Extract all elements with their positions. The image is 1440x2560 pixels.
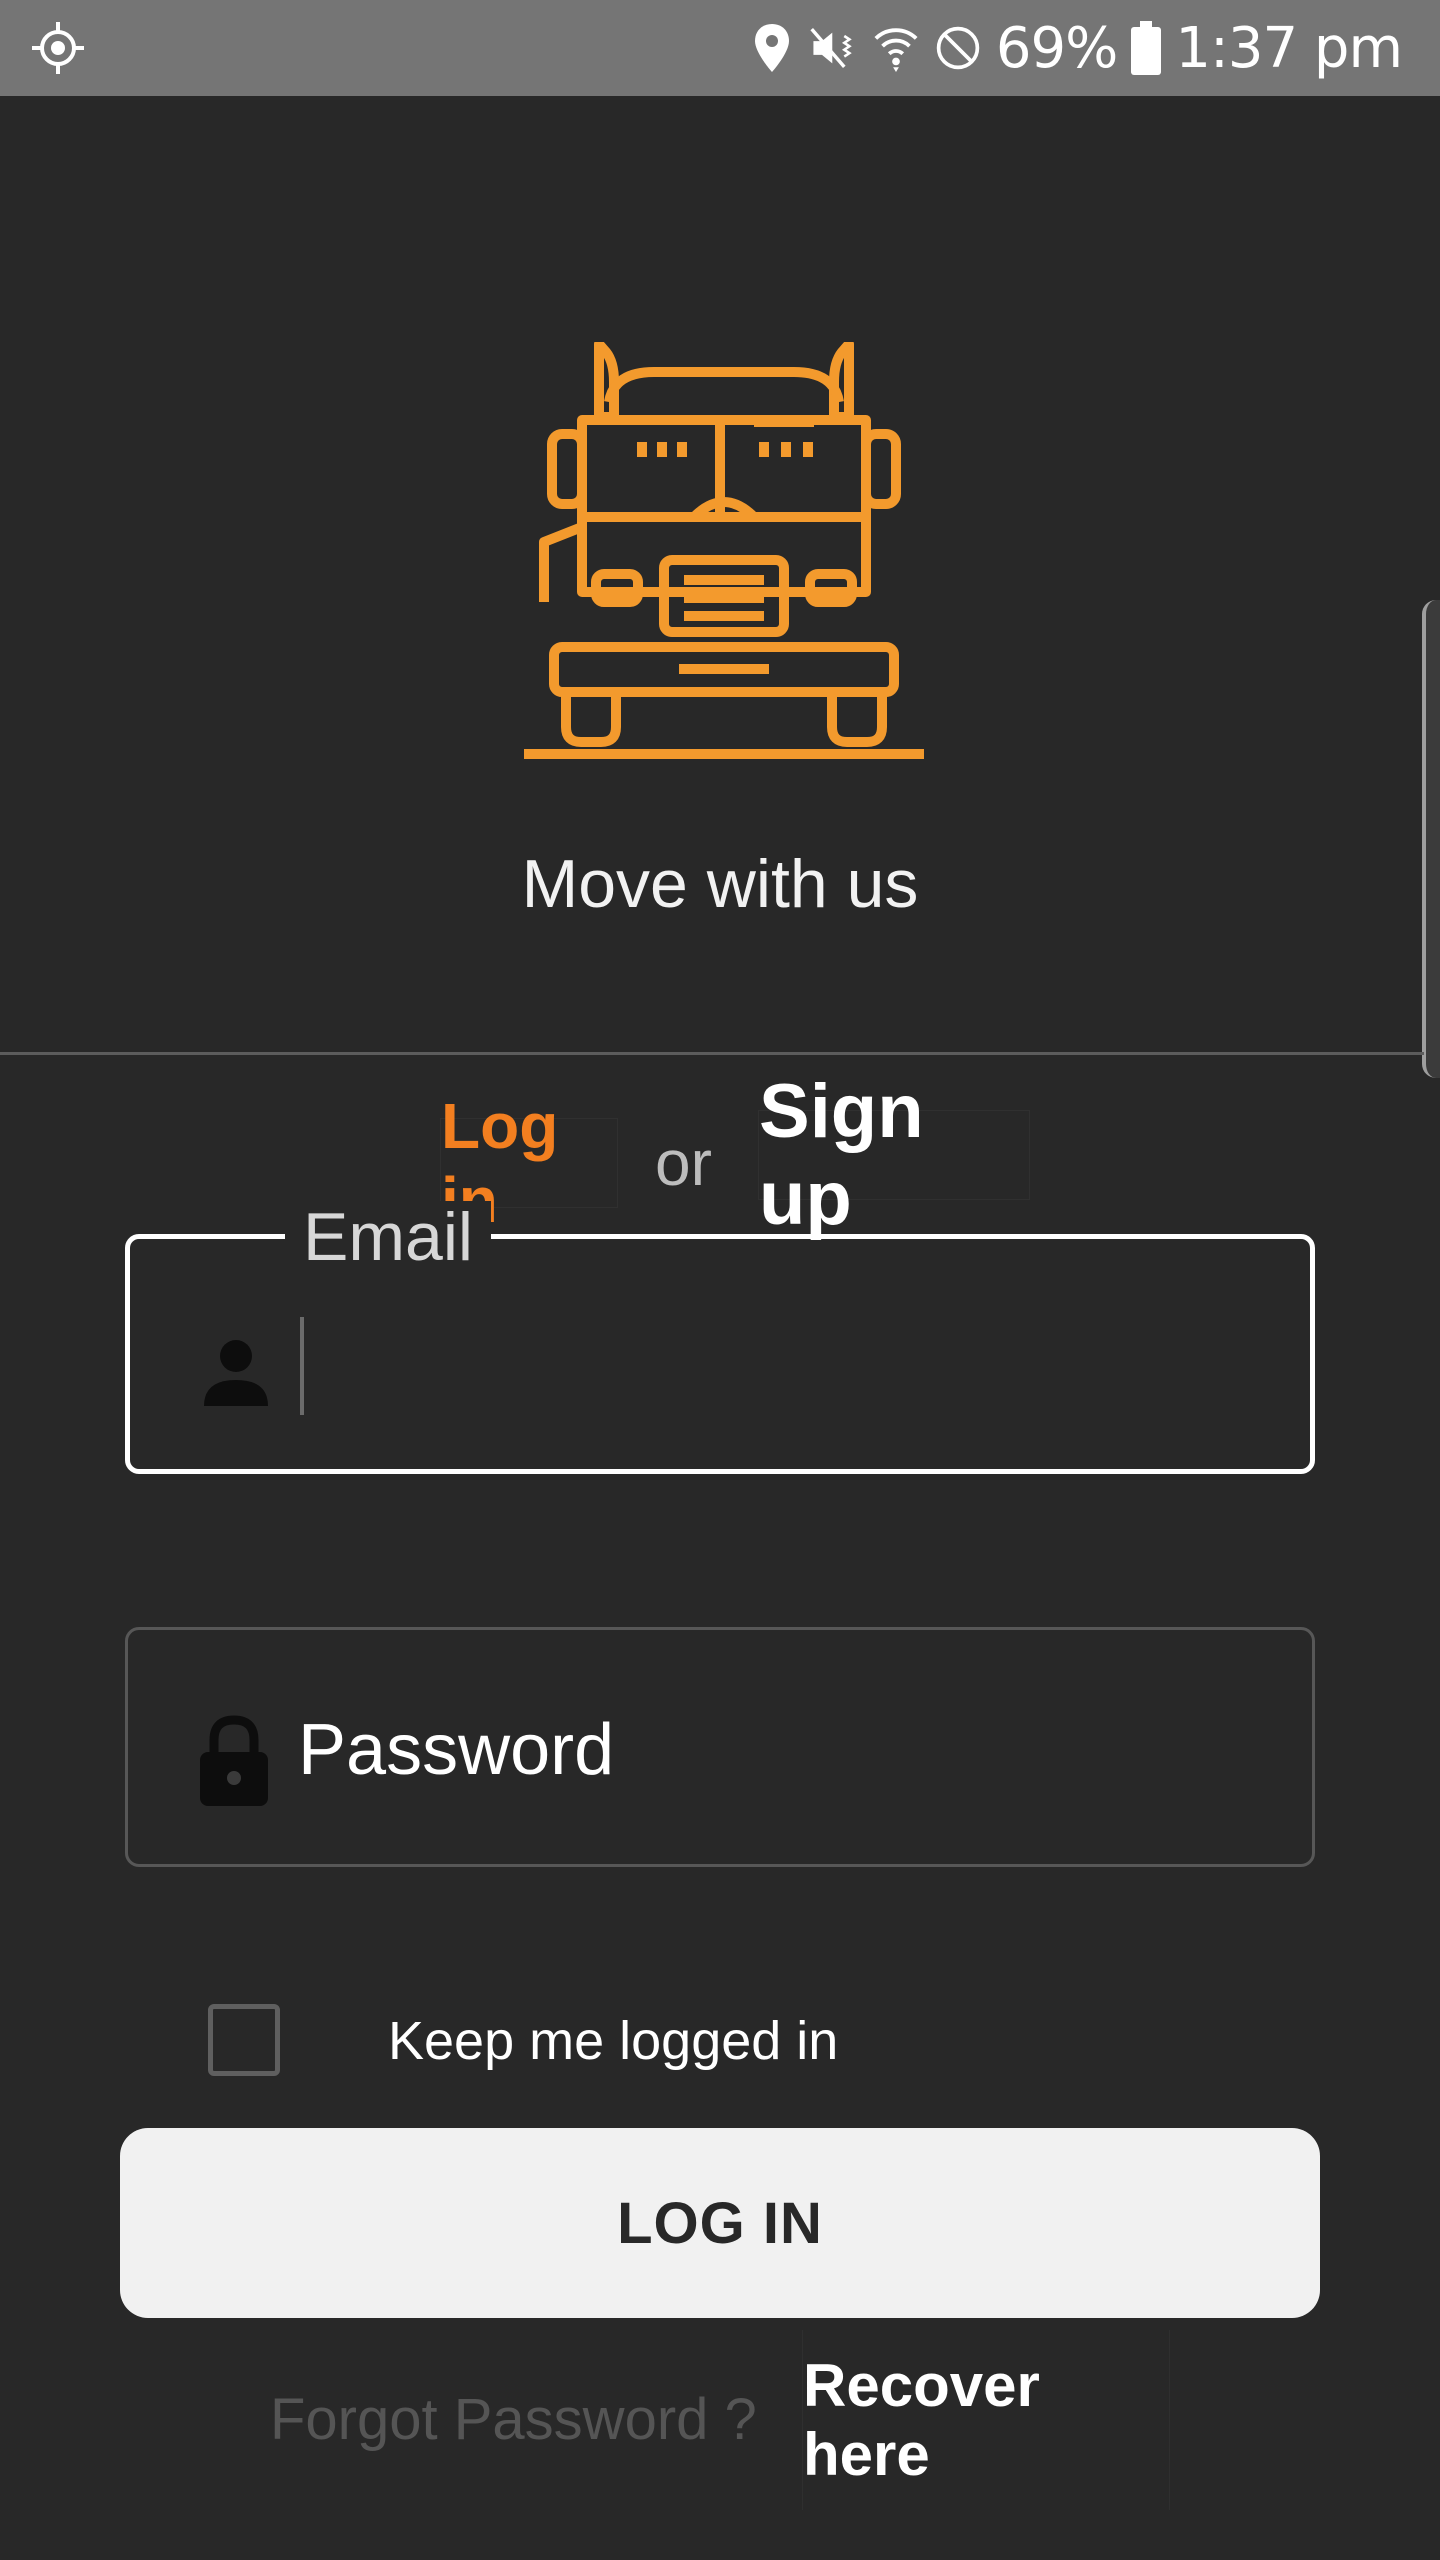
login-button[interactable]: LOG IN	[120, 2128, 1320, 2318]
person-icon	[204, 1340, 268, 1406]
password-placeholder: Password	[298, 1710, 615, 1790]
tagline: Move with us	[521, 846, 919, 922]
divider	[0, 1052, 1424, 1055]
or-label: or	[655, 1127, 712, 1199]
clock: 1:37 pm	[1175, 15, 1403, 81]
keep-logged-in-checkbox[interactable]	[208, 2004, 280, 2076]
keep-logged-in-label[interactable]: Keep me logged in	[388, 2010, 838, 2072]
side-panel-handle[interactable]	[1422, 600, 1440, 1078]
auth-switch: Log in or Sign up	[0, 1069, 1440, 1241]
wifi-icon	[872, 20, 920, 76]
tab-signup[interactable]: Sign up	[758, 1069, 1030, 1241]
lock-icon	[200, 1715, 268, 1806]
text-cursor	[300, 1317, 304, 1415]
email-field[interactable]: Email	[125, 1201, 1315, 1474]
vibrate-mute-icon	[810, 20, 858, 76]
battery-icon	[1131, 21, 1162, 75]
do-not-disturb-icon	[934, 20, 982, 76]
location-pin-icon	[748, 20, 796, 76]
tab-login[interactable]: Log in	[440, 1090, 618, 1236]
email-label: Email	[285, 1201, 492, 1273]
forgot-password-text: Forgot Password ?	[270, 2387, 757, 2452]
truck-icon	[524, 342, 924, 759]
status-bar: 69% 1:37 pm	[0, 0, 1440, 96]
recover-here-link[interactable]: Recover here	[802, 2330, 1170, 2510]
battery-percent: 69%	[995, 15, 1118, 81]
password-field[interactable]: Password	[125, 1627, 1315, 1867]
gps-icon	[32, 22, 84, 74]
